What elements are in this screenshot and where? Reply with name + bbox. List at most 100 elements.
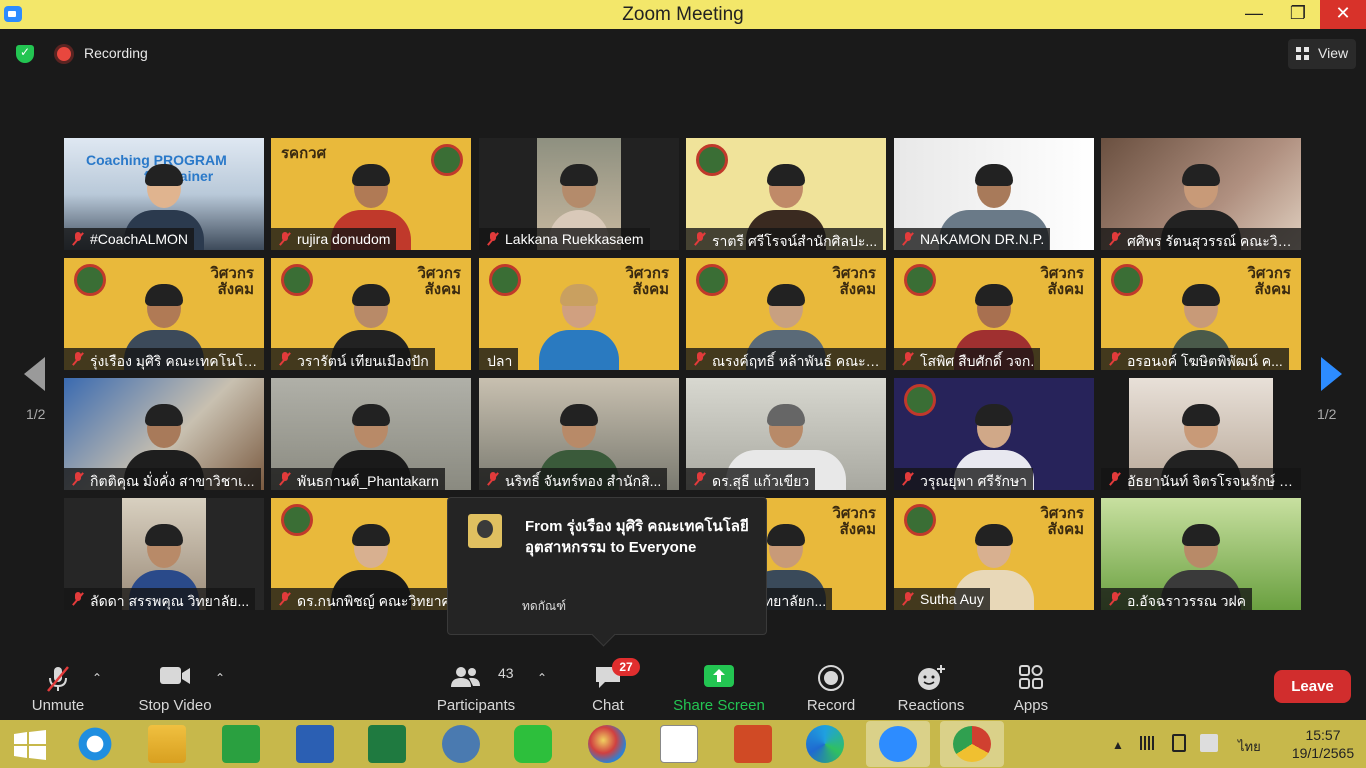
muted-microphone-icon <box>47 666 69 692</box>
minimize-button[interactable]: — <box>1232 0 1276 29</box>
internet-explorer-icon[interactable] <box>76 725 114 763</box>
participant-name: พันธกานต์_Phantakarn <box>271 468 445 490</box>
stop-video-button[interactable]: Stop Video <box>134 655 216 720</box>
chat-unread-badge: 27 <box>612 658 640 676</box>
video-tile[interactable]: รคกวศ rujira donudom <box>271 138 471 250</box>
muted-mic-icon <box>487 232 499 246</box>
speaker-muted-icon[interactable] <box>1200 734 1218 752</box>
participant-name: กิตติคุณ มั่งคั่ง สาขาวิชาเ... <box>64 468 261 490</box>
university-logo-icon <box>489 264 521 296</box>
video-tile[interactable]: วิศวกร สังคม อรอนงค์ โฆษิตพิพัฒน์ ค... <box>1101 258 1301 370</box>
tile-brand-text: วิศวกร สังคม <box>832 265 876 298</box>
audio-options-chevron-up-icon[interactable]: ⌃ <box>92 671 102 685</box>
microsoft-excel-icon[interactable] <box>368 725 406 763</box>
microsoft-store-icon[interactable] <box>222 725 260 763</box>
participant-name: #CoachALMON <box>64 228 195 250</box>
video-tile[interactable]: NAKAMON DR.N.P. <box>894 138 1094 250</box>
security-shield-icon[interactable] <box>16 45 34 63</box>
participant-name: นริทธิ์ จันทร์ทอง สำนักสิ... <box>479 468 668 490</box>
microsoft-edge-icon[interactable] <box>806 725 844 763</box>
unmute-button[interactable]: Unmute <box>22 655 94 720</box>
microsoft-word-icon[interactable] <box>296 725 334 763</box>
previous-page-icon[interactable] <box>24 357 45 391</box>
participant-name: โสพิศ สืบศักดิ์ วจก. <box>894 348 1041 370</box>
tray-expand-icon[interactable]: ▲ <box>1112 738 1124 752</box>
record-button[interactable]: Record <box>802 655 860 720</box>
view-button[interactable]: View <box>1288 39 1356 69</box>
share-screen-button[interactable]: Share Screen <box>670 655 768 720</box>
video-tile[interactable]: วิศวกร สังคม โสพิศ สืบศักดิ์ วจก. <box>894 258 1094 370</box>
video-tile[interactable]: ราตรี ศรีโรจน์สำนักศิลปะ... <box>686 138 886 250</box>
muted-mic-icon <box>694 232 706 246</box>
video-tile[interactable]: นริทธิ์ จันทร์ทอง สำนักสิ... <box>479 378 679 490</box>
participants-icon <box>451 667 480 687</box>
battery-icon[interactable] <box>1172 734 1186 752</box>
line-app-icon[interactable] <box>514 725 552 763</box>
windows-start-icon[interactable] <box>14 730 46 760</box>
university-logo-icon <box>1111 264 1143 296</box>
participant-name: ปลา <box>479 348 519 370</box>
university-logo-icon <box>281 264 313 296</box>
leave-button[interactable]: Leave <box>1274 670 1351 703</box>
participants-options-chevron-up-icon[interactable]: ⌃ <box>537 671 547 685</box>
participant-name: อ.อัจฉราวรรณ วฝค <box>1101 588 1253 610</box>
next-page-icon[interactable] <box>1321 357 1342 391</box>
participants-count: 43 <box>498 665 514 681</box>
video-tile-active-speaker[interactable]: วิศวกร สังคม ปลา <box>479 258 679 370</box>
recording-indicator-icon <box>57 47 71 61</box>
tile-brand-text: วิศวกร สังคม <box>1040 505 1084 538</box>
chat-notification[interactable]: From รุ่งเรือง มุศิริ คณะเทคโนโลยีอุตสาห… <box>447 497 767 635</box>
video-tile[interactable]: ศศิพร รัตนสุวรรณ์ คณะวิท... <box>1101 138 1301 250</box>
apps-button[interactable]: Apps <box>1008 655 1054 720</box>
reactions-button[interactable]: Reactions <box>894 655 968 720</box>
view-label: View <box>1318 45 1349 61</box>
participant-name: Sutha Auy <box>894 588 990 610</box>
calculator-app-icon[interactable] <box>442 725 480 763</box>
signal-strength-icon[interactable] <box>1140 736 1156 750</box>
smiley-reaction-icon <box>918 665 945 690</box>
muted-mic-icon <box>72 472 84 486</box>
video-camera-icon <box>160 667 190 684</box>
zoom-taskbar-icon[interactable] <box>866 721 930 767</box>
video-tile[interactable]: Coaching PROGRAM for Trainer #CoachALMON <box>64 138 264 250</box>
close-button[interactable]: ✕ <box>1320 0 1366 29</box>
video-tile[interactable]: ลัดดา สรรพคุณ วิทยาลัย... <box>64 498 264 610</box>
video-tile[interactable]: วิศวกร สังคม Sutha Auy <box>894 498 1094 610</box>
participant-name: NAKAMON DR.N.P. <box>894 228 1051 250</box>
tile-brand-text: วิศวกร สังคม <box>832 505 876 538</box>
maximize-button[interactable]: ❐ <box>1276 0 1320 29</box>
file-explorer-icon[interactable] <box>148 725 186 763</box>
participant-name: วรุณยุพา ศรีรักษา <box>894 468 1034 490</box>
microsoft-powerpoint-icon[interactable] <box>734 725 772 763</box>
share-screen-icon <box>704 665 734 687</box>
muted-mic-icon <box>72 232 84 246</box>
video-tile[interactable]: อัธยานันท์ จิตรโรจนรักษ์ ค... <box>1101 378 1301 490</box>
lisrel-app-icon[interactable] <box>660 725 698 763</box>
video-tile[interactable]: กิตติคุณ มั่งคั่ง สาขาวิชาเ... <box>64 378 264 490</box>
university-logo-icon <box>696 144 728 176</box>
video-tile[interactable]: วรุณยุพา ศรีรักษา <box>894 378 1094 490</box>
university-logo-icon <box>74 264 106 296</box>
muted-mic-icon <box>902 472 914 486</box>
video-options-chevron-up-icon[interactable]: ⌃ <box>215 671 225 685</box>
system-clock[interactable]: 15:57 19/1/2565 <box>1288 726 1358 762</box>
video-tile[interactable]: ดร.กนกพิชญ์ คณะวิทยาศ... <box>271 498 471 610</box>
participants-button[interactable]: 43 Participants <box>432 655 520 720</box>
video-tile[interactable]: วิศวกร สังคม ณรงค์ฤทธิ์ หล้าพันธ์ คณะว... <box>686 258 886 370</box>
video-tile[interactable]: ดร.สุธี แก้วเขียว <box>686 378 886 490</box>
video-tile[interactable]: วิศวกร สังคม รุ่งเรือง มุศิริ คณะเทคโนโลย… <box>64 258 264 370</box>
video-tile[interactable]: วิศวกร สังคม วรารัตน์ เทียนเมืองปัก <box>271 258 471 370</box>
input-language[interactable]: ไทย <box>1238 736 1261 757</box>
chrome-taskbar-icon[interactable] <box>940 721 1004 767</box>
participant-name: วรารัตน์ เทียนเมืองปัก <box>271 348 435 370</box>
clock-time: 15:57 <box>1305 727 1341 743</box>
video-tile[interactable]: Lakkana Ruekkasaem <box>479 138 679 250</box>
paint-app-icon[interactable] <box>588 725 626 763</box>
muted-mic-icon <box>487 472 499 486</box>
participant-name: ศศิพร รัตนสุวรรณ์ คณะวิท... <box>1101 228 1301 250</box>
tile-brand-text: วิศวกร สังคม <box>417 265 461 298</box>
recording-label: Recording <box>84 45 148 61</box>
video-tile[interactable]: อ.อัจฉราวรรณ วฝค <box>1101 498 1301 610</box>
muted-mic-icon <box>902 592 914 606</box>
video-tile[interactable]: พันธกานต์_Phantakarn <box>271 378 471 490</box>
